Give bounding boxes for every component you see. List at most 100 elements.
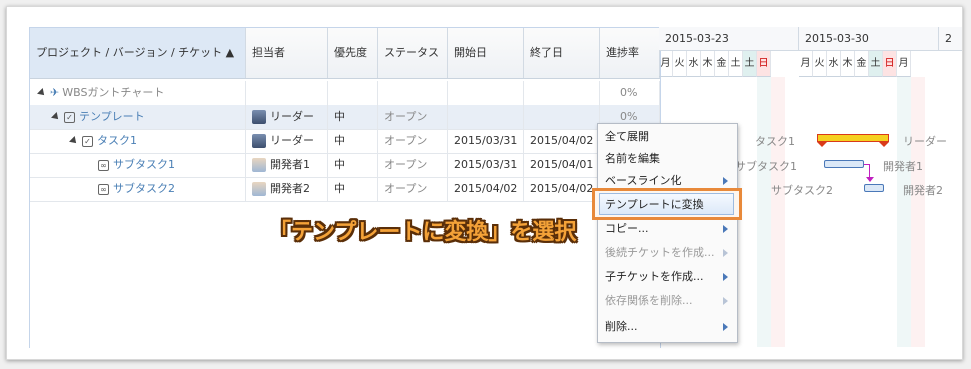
menu-item-label: ベースライン化 (605, 174, 682, 187)
day-header: 月 (897, 51, 911, 77)
menu-item-label: 全て展開 (605, 130, 649, 143)
dependency-line (869, 164, 870, 178)
progress-cell: 0% (600, 81, 660, 105)
menu-item-label: 後続チケットを作成... (605, 246, 715, 259)
subtask-icon: ∞ (98, 159, 109, 171)
assignee-name: リーダー (270, 134, 314, 147)
task-bar[interactable] (864, 184, 884, 192)
submenu-arrow-icon (723, 249, 728, 257)
menu-item-create-successor: 後続チケットを作成... (598, 242, 737, 264)
gantt-label: サブタスク1 (735, 160, 797, 173)
priority-cell: 中 (328, 129, 378, 153)
table-row[interactable]: ✈ WBSガントチャート 0% (30, 81, 660, 106)
submenu-arrow-icon (723, 297, 728, 305)
collapse-icon[interactable] (37, 88, 47, 98)
day-header: 日 (757, 51, 771, 77)
status-cell: オープン (378, 153, 448, 177)
table-row[interactable]: ✓ タスク1 リーダー 中 オープン 2015/03/31 2015/04/02 (30, 129, 660, 154)
assignee-cell: リーダー (246, 105, 328, 129)
week-header: 2015-03-30 (799, 27, 939, 51)
start-cell: 2015/03/31 (448, 153, 524, 177)
day-header: 日 (883, 51, 897, 77)
summary-bar[interactable] (817, 134, 889, 142)
pin-icon: ✈ (50, 86, 60, 99)
column-header-status[interactable]: ステータス (378, 28, 448, 78)
ticket-name[interactable]: サブタスク1 (113, 158, 175, 171)
day-header: 金 (715, 51, 729, 77)
day-header: 水 (827, 51, 841, 77)
day-header: 金 (855, 51, 869, 77)
task-bar[interactable] (824, 160, 864, 168)
day-header: 木 (841, 51, 855, 77)
end-cell: 2015/04/02 (524, 177, 600, 201)
menu-item-rename[interactable]: 名前を編集 (598, 148, 737, 170)
weekend-column (757, 77, 771, 347)
ticket-grid: プロジェクト / バージョン / チケット ▲ 担当者 優先度 ステータス 開始… (29, 27, 661, 348)
day-header: 月 (799, 51, 813, 77)
end-cell: 2015/04/02 (524, 129, 600, 153)
end-cell (524, 105, 600, 129)
start-cell: 2015/04/02 (448, 177, 524, 201)
submenu-arrow-icon (723, 323, 728, 331)
weekend-column (771, 77, 785, 347)
column-header-name[interactable]: プロジェクト / バージョン / チケット ▲ (30, 28, 246, 78)
column-header-start[interactable]: 開始日 (448, 28, 524, 78)
dependency-arrow (866, 177, 874, 182)
priority-cell: 中 (328, 177, 378, 201)
summary-bar-left-cap (817, 142, 827, 147)
version-icon: ✓ (64, 111, 75, 123)
day-header: 月 (659, 51, 673, 77)
avatar (252, 134, 266, 148)
assignee-cell: 開発者2 (246, 177, 328, 201)
status-cell: オープン (378, 105, 448, 129)
name-cell: ✓ テンプレート (30, 105, 246, 129)
collapse-icon[interactable] (51, 112, 61, 122)
priority-cell (328, 81, 378, 105)
name-cell: ∞ サブタスク2 (30, 177, 246, 201)
status-cell: オープン (378, 177, 448, 201)
grid-header: プロジェクト / バージョン / チケット ▲ 担当者 優先度 ステータス 開始… (30, 28, 660, 79)
collapse-icon[interactable] (69, 136, 79, 146)
column-header-assignee[interactable]: 担当者 (246, 28, 328, 78)
day-header: 土 (743, 51, 757, 77)
menu-item-label: 依存関係を削除... (605, 294, 693, 307)
column-header-end[interactable]: 終了日 (524, 28, 600, 78)
menu-item-label: コピー... (605, 222, 649, 235)
summary-bar-right-cap (879, 142, 889, 147)
column-header-priority[interactable]: 優先度 (328, 28, 378, 78)
start-cell: 2015/03/31 (448, 129, 524, 153)
avatar (252, 110, 266, 124)
assignee-name: 開発者1 (270, 158, 310, 171)
table-row[interactable]: ∞ サブタスク1 開発者1 中 オープン 2015/03/31 2015/04/0… (30, 153, 660, 178)
gantt-label: 開発者2 (903, 184, 943, 197)
project-name[interactable]: WBSガントチャート (62, 86, 164, 99)
menu-item-convert-to-template[interactable]: テンプレートに変換 (599, 193, 734, 215)
ticket-name[interactable]: タスク1 (97, 134, 137, 147)
priority-cell: 中 (328, 105, 378, 129)
table-row[interactable]: ∞ サブタスク2 開発者2 中 オープン 2015/04/02 2015/04/0… (30, 177, 660, 202)
start-cell (448, 81, 524, 105)
menu-item-expand-all[interactable]: 全て展開 (598, 126, 737, 148)
ticket-name[interactable]: サブタスク2 (113, 182, 175, 195)
menu-item-label: テンプレートに変換 (605, 198, 704, 211)
name-cell: ✓ タスク1 (30, 129, 246, 153)
week-header: 2015-03-23 (659, 27, 799, 51)
annotation-callout: 「テンプレートに変換」を選択 (269, 220, 577, 245)
submenu-arrow-icon (723, 225, 728, 233)
menu-item-delete[interactable]: 削除... (598, 316, 737, 338)
status-cell (378, 81, 448, 105)
menu-item-create-child[interactable]: 子チケットを作成... (598, 266, 737, 288)
assignee-cell: 開発者1 (246, 153, 328, 177)
menu-item-copy[interactable]: コピー... (598, 218, 737, 240)
version-name[interactable]: テンプレート (79, 110, 145, 123)
table-row[interactable]: ✓ テンプレート リーダー 中 オープン 0% (30, 105, 660, 130)
task-icon: ✓ (82, 135, 93, 147)
day-header: 土 (869, 51, 883, 77)
avatar (252, 182, 266, 196)
assignee-name: 開発者2 (270, 182, 310, 195)
assignee-name: リーダー (270, 110, 314, 123)
day-header: 土 (729, 51, 743, 77)
name-cell: ✈ WBSガントチャート (30, 81, 246, 105)
column-header-progress[interactable]: 進捗率 (600, 28, 660, 78)
end-cell (524, 81, 600, 105)
